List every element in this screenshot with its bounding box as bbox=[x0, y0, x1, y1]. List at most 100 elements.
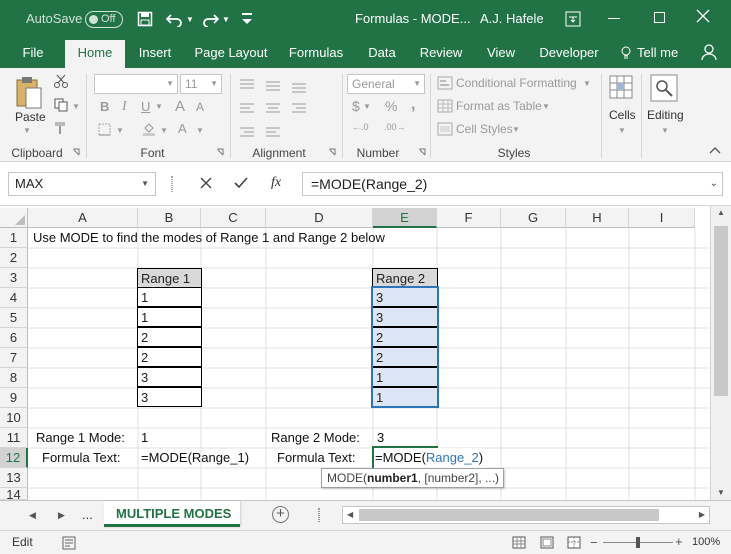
percent-style-icon[interactable]: % bbox=[385, 98, 397, 114]
range1-cell[interactable]: 2 bbox=[137, 327, 202, 347]
new-sheet-icon[interactable]: + bbox=[272, 506, 289, 523]
formula-text-label-2[interactable]: Formula Text: bbox=[277, 448, 356, 468]
alignment-launcher-icon[interactable] bbox=[328, 148, 336, 156]
column-header-i[interactable]: I bbox=[629, 208, 695, 228]
decrease-font-icon[interactable]: A bbox=[196, 100, 204, 114]
vertical-scrollbar[interactable]: ▲ ▼ bbox=[710, 206, 731, 500]
borders-dropdown-icon[interactable]: ▼ bbox=[116, 126, 124, 135]
accounting-dropdown-icon[interactable]: ▼ bbox=[363, 102, 371, 111]
page-layout-view-icon[interactable] bbox=[540, 536, 554, 549]
scroll-right-icon[interactable]: ▶ bbox=[699, 510, 705, 519]
cut-icon[interactable] bbox=[54, 74, 68, 88]
font-size-combo[interactable]: 11 ▼ bbox=[180, 74, 222, 94]
scroll-left-icon[interactable]: ◀ bbox=[347, 510, 353, 519]
font-name-combo[interactable]: ▼ bbox=[94, 74, 178, 94]
more-sheets-button[interactable]: ... bbox=[82, 507, 93, 522]
borders-icon[interactable] bbox=[98, 123, 111, 136]
tab-data[interactable]: Data bbox=[362, 38, 402, 68]
font-size-dropdown-icon[interactable]: ▼ bbox=[210, 75, 218, 93]
bold-icon[interactable]: B bbox=[100, 99, 109, 114]
autosave-toggle[interactable]: Off bbox=[85, 11, 123, 28]
cell-a1[interactable]: Use MODE to find the modes of Range 1 an… bbox=[33, 228, 385, 248]
copy-icon[interactable] bbox=[54, 98, 68, 112]
row-header[interactable]: 12 bbox=[0, 448, 28, 468]
editing-search-icon[interactable] bbox=[650, 74, 678, 102]
increase-decimal-icon[interactable]: ←.0 bbox=[352, 122, 369, 132]
function-argument-tooltip[interactable]: MODE(number1, [number2], ...) bbox=[321, 468, 504, 488]
row-header[interactable]: 5 bbox=[0, 308, 28, 328]
format-as-table-button[interactable]: Format as Table bbox=[456, 99, 542, 113]
row-header[interactable]: 2 bbox=[0, 248, 28, 268]
active-cell-editor[interactable]: =MODE(Range_2) bbox=[375, 448, 487, 468]
column-header-h[interactable]: H bbox=[566, 208, 629, 228]
fill-color-icon[interactable] bbox=[142, 122, 156, 136]
conditional-formatting-icon[interactable] bbox=[437, 76, 453, 90]
row-header[interactable]: 3 bbox=[0, 268, 28, 288]
user-name[interactable]: A.J. Hafele bbox=[480, 11, 544, 26]
row-header[interactable]: 10 bbox=[0, 408, 28, 428]
row-header[interactable]: 7 bbox=[0, 348, 28, 368]
horizontal-scrollbar[interactable]: ◀ ▶ bbox=[342, 506, 710, 524]
undo-icon[interactable] bbox=[166, 11, 184, 27]
expand-formula-bar-icon[interactable]: ⌄ bbox=[710, 173, 718, 195]
conditional-formatting-dropdown-icon[interactable]: ▼ bbox=[583, 79, 591, 88]
font-name-dropdown-icon[interactable]: ▼ bbox=[166, 75, 174, 93]
scroll-up-icon[interactable]: ▲ bbox=[717, 208, 725, 217]
select-all-corner[interactable] bbox=[0, 208, 28, 228]
row-header[interactable]: 4 bbox=[0, 288, 28, 308]
name-box-dropdown-icon[interactable]: ▼ bbox=[141, 173, 149, 195]
tell-me-search[interactable]: Tell me bbox=[637, 45, 678, 60]
collapse-ribbon-icon[interactable] bbox=[709, 146, 721, 154]
number-launcher-icon[interactable] bbox=[418, 148, 426, 156]
insert-function-icon[interactable]: fx bbox=[271, 175, 281, 191]
sheet-tab-multiple-modes[interactable]: MULTIPLE MODES bbox=[104, 501, 240, 527]
redo-dropdown-icon[interactable]: ▼ bbox=[222, 15, 230, 24]
comma-style-icon[interactable]: , bbox=[411, 96, 415, 114]
align-grid-icons[interactable] bbox=[240, 78, 320, 140]
row-header[interactable]: 6 bbox=[0, 328, 28, 348]
tab-page-layout[interactable]: Page Layout bbox=[190, 38, 272, 68]
row-header[interactable]: 1 bbox=[0, 228, 28, 248]
formula-text-label-1[interactable]: Formula Text: bbox=[42, 448, 121, 468]
column-header-e[interactable]: E bbox=[373, 208, 437, 228]
cells-button[interactable]: Cells bbox=[609, 108, 636, 122]
tab-developer[interactable]: Developer bbox=[536, 38, 602, 68]
zoom-in-icon[interactable]: + bbox=[675, 534, 683, 549]
range1-cell[interactable]: 1 bbox=[137, 287, 202, 307]
undo-dropdown-icon[interactable]: ▼ bbox=[186, 15, 194, 24]
horizontal-scroll-thumb[interactable] bbox=[359, 509, 659, 521]
cells-icon[interactable] bbox=[608, 74, 634, 100]
tab-split-handle[interactable] bbox=[318, 508, 320, 522]
previous-sheet-icon[interactable]: ◀ bbox=[29, 510, 36, 521]
editing-dropdown-icon[interactable]: ▼ bbox=[661, 126, 669, 135]
tab-home[interactable]: Home bbox=[65, 40, 125, 68]
row-header[interactable]: 14 bbox=[0, 488, 28, 500]
column-header-c[interactable]: C bbox=[201, 208, 266, 228]
zoom-level[interactable]: 100% bbox=[692, 536, 720, 548]
font-color-icon[interactable]: A bbox=[178, 121, 187, 136]
range1-cell[interactable]: 2 bbox=[137, 347, 202, 367]
editing-button[interactable]: Editing bbox=[647, 108, 684, 122]
macro-recording-icon[interactable] bbox=[62, 536, 76, 550]
italic-icon[interactable]: I bbox=[122, 99, 127, 115]
column-header-f[interactable]: F bbox=[437, 208, 501, 228]
format-painter-icon[interactable] bbox=[54, 121, 68, 135]
range1-header[interactable]: Range 1 bbox=[137, 268, 202, 288]
range2-mode-value[interactable]: 3 bbox=[377, 428, 384, 448]
column-header-g[interactable]: G bbox=[501, 208, 566, 228]
accounting-format-icon[interactable]: $ bbox=[352, 98, 360, 114]
normal-view-icon[interactable] bbox=[512, 536, 526, 549]
formula-bar-splitter[interactable] bbox=[171, 176, 173, 192]
decrease-decimal-icon[interactable]: .00→ bbox=[384, 122, 406, 132]
font-color-dropdown-icon[interactable]: ▼ bbox=[196, 126, 204, 135]
range1-cell[interactable]: 1 bbox=[137, 307, 202, 327]
cell-styles-button[interactable]: Cell Styles bbox=[456, 122, 513, 136]
paste-button[interactable]: Paste bbox=[15, 110, 46, 124]
row-header[interactable]: 13 bbox=[0, 468, 28, 488]
formula-text-1[interactable]: =MODE(Range_1) bbox=[141, 448, 249, 468]
maximize-icon[interactable] bbox=[654, 12, 665, 23]
number-format-dropdown-icon[interactable]: ▼ bbox=[413, 75, 421, 93]
tab-formulas[interactable]: Formulas bbox=[284, 38, 348, 68]
zoom-slider-thumb[interactable] bbox=[636, 537, 640, 548]
column-header-a[interactable]: A bbox=[28, 208, 138, 228]
